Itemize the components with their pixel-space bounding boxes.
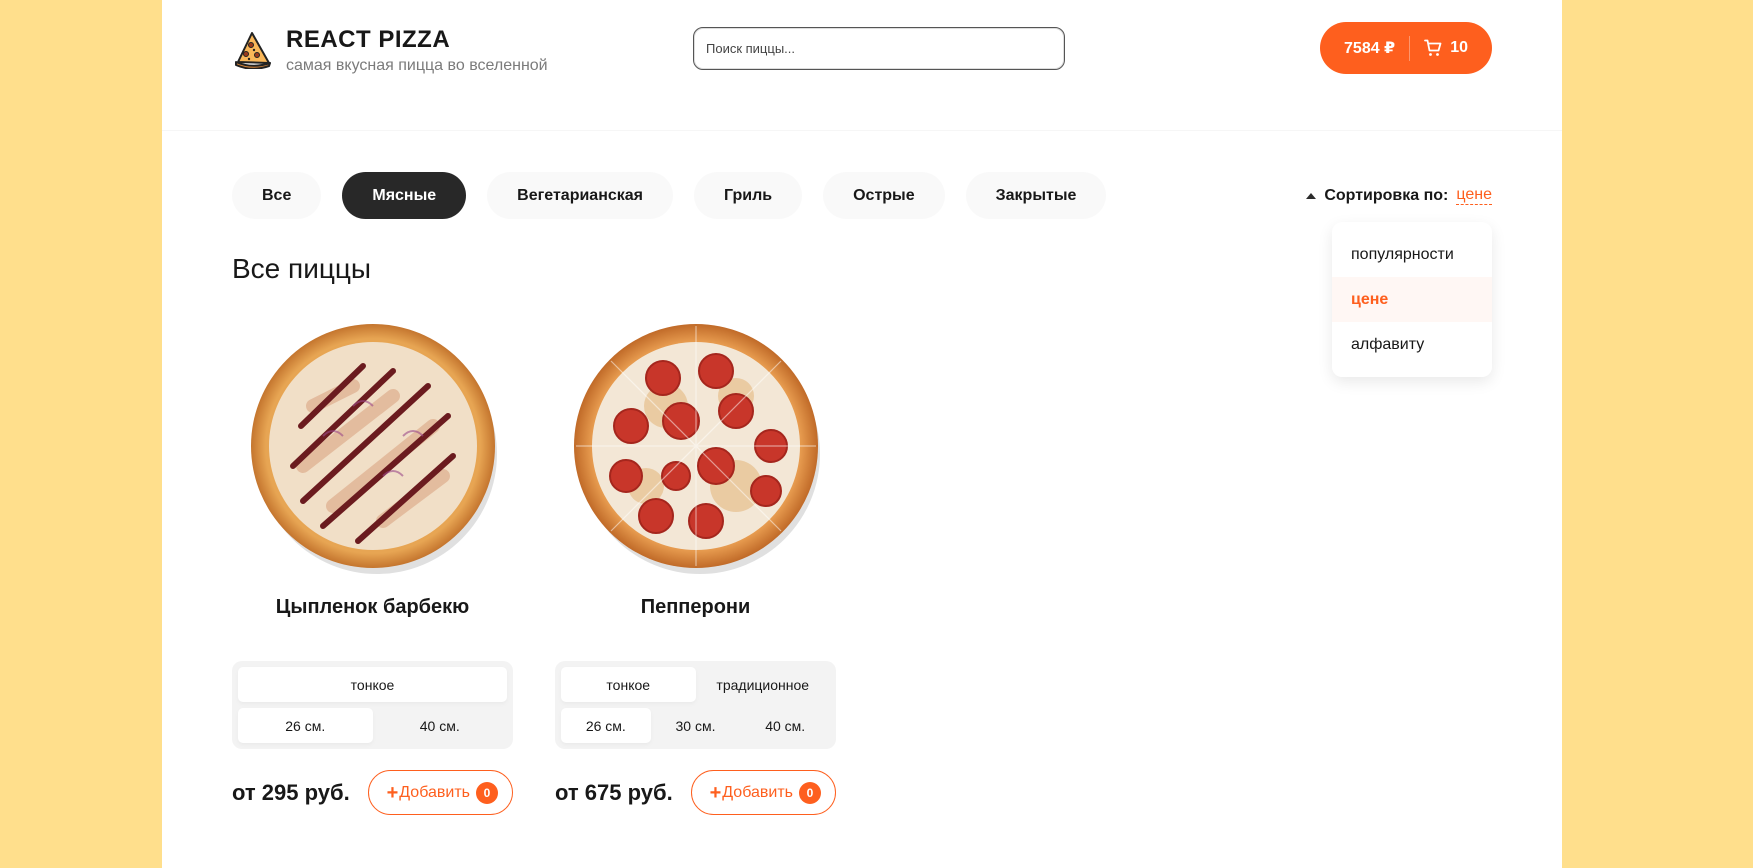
pizza-price: от 675 руб. — [555, 779, 673, 805]
dough-type-row: тонкое традиционное — [561, 667, 830, 702]
add-button[interactable]: + Добавить 0 — [367, 770, 513, 815]
pizza-card: Пепперони тонкое традиционное 26 см. 30 … — [555, 316, 836, 815]
sort-option-alphabet[interactable]: алфавиту — [1332, 322, 1492, 367]
pizza-card: Цыпленок барбекю тонкое 26 см. 40 см. от… — [232, 316, 513, 815]
pizza-image[interactable] — [243, 316, 503, 576]
pizza-selector: тонкое традиционное 26 см. 30 см. 40 см. — [555, 661, 836, 749]
pizza-price: от 295 руб. — [232, 779, 350, 805]
categories: Все Мясные Вегетарианская Гриль Острые З… — [232, 172, 1127, 219]
pizza-bottom: от 295 руб. + Добавить 0 — [232, 770, 513, 815]
sort: Сортировка по: цене — [1306, 186, 1492, 205]
category-spicy[interactable]: Острые — [823, 172, 945, 219]
header: REACT PIZZA самая вкусная пицца во вселе… — [162, 0, 1562, 131]
dough-type-option[interactable]: тонкое — [238, 667, 507, 702]
pizza-logo-icon — [235, 32, 271, 69]
sort-popup: популярности цене алфавиту — [1332, 222, 1492, 377]
add-label: Добавить — [722, 783, 793, 801]
size-option[interactable]: 26 см. — [238, 708, 373, 743]
size-row: 26 см. 40 см. — [238, 708, 507, 743]
caret-up-icon[interactable] — [1306, 192, 1317, 199]
pizza-name: Цыпленок барбекю — [275, 596, 470, 618]
size-option[interactable]: 26 см. — [561, 708, 651, 743]
add-count-badge: 0 — [476, 781, 498, 804]
logo[interactable]: REACT PIZZA самая вкусная пицца во вселе… — [232, 26, 548, 75]
size-option[interactable]: 40 см. — [740, 708, 830, 743]
pizza-bottom: от 675 руб. + Добавить 0 — [555, 770, 836, 815]
pizza-name: Пепперони — [640, 596, 751, 618]
content-title: Все пиццы — [232, 253, 372, 284]
size-option[interactable]: 30 см. — [651, 708, 741, 743]
plus-icon: + — [386, 781, 399, 804]
sort-option-popularity[interactable]: популярности — [1332, 232, 1492, 277]
dough-type-option[interactable]: тонкое — [561, 667, 696, 702]
category-vegetarian[interactable]: Вегетарианская — [487, 172, 674, 219]
sort-label: Сортировка по: — [1324, 186, 1449, 204]
category-meat[interactable]: Мясные — [342, 172, 467, 219]
pizza-selector: тонкое 26 см. 40 см. — [232, 661, 513, 749]
logo-subtitle: самая вкусная пицца во вселенной — [286, 57, 548, 74]
category-closed[interactable]: Закрытые — [965, 172, 1107, 219]
cart-divider — [1409, 35, 1411, 61]
logo-title: REACT PIZZA — [286, 26, 451, 53]
search-input[interactable] — [693, 27, 1065, 70]
category-grill[interactable]: Гриль — [694, 172, 803, 219]
cart-icon — [1424, 39, 1442, 56]
dough-type-option[interactable]: традиционное — [696, 667, 831, 702]
sort-option-price[interactable]: цене — [1332, 277, 1492, 322]
cart-count: 10 — [1450, 39, 1468, 56]
pizza-image[interactable] — [566, 316, 826, 576]
cart-total: 7584 ₽ — [1344, 40, 1396, 57]
size-row: 26 см. 30 см. 40 см. — [561, 708, 830, 743]
sort-value[interactable]: цене — [1456, 186, 1492, 205]
cart-button[interactable]: 7584 ₽ 10 — [1320, 22, 1492, 74]
add-label: Добавить — [399, 783, 470, 801]
page-wrapper: REACT PIZZA самая вкусная пицца во вселе… — [162, 0, 1562, 868]
add-count-badge: 0 — [799, 781, 821, 804]
add-button[interactable]: + Добавить 0 — [690, 770, 836, 815]
plus-icon: + — [709, 781, 722, 804]
size-option[interactable]: 40 см. — [373, 708, 508, 743]
category-all[interactable]: Все — [232, 172, 322, 219]
logo-text: REACT PIZZA самая вкусная пицца во вселе… — [286, 26, 548, 75]
dough-type-row: тонкое — [238, 667, 507, 702]
